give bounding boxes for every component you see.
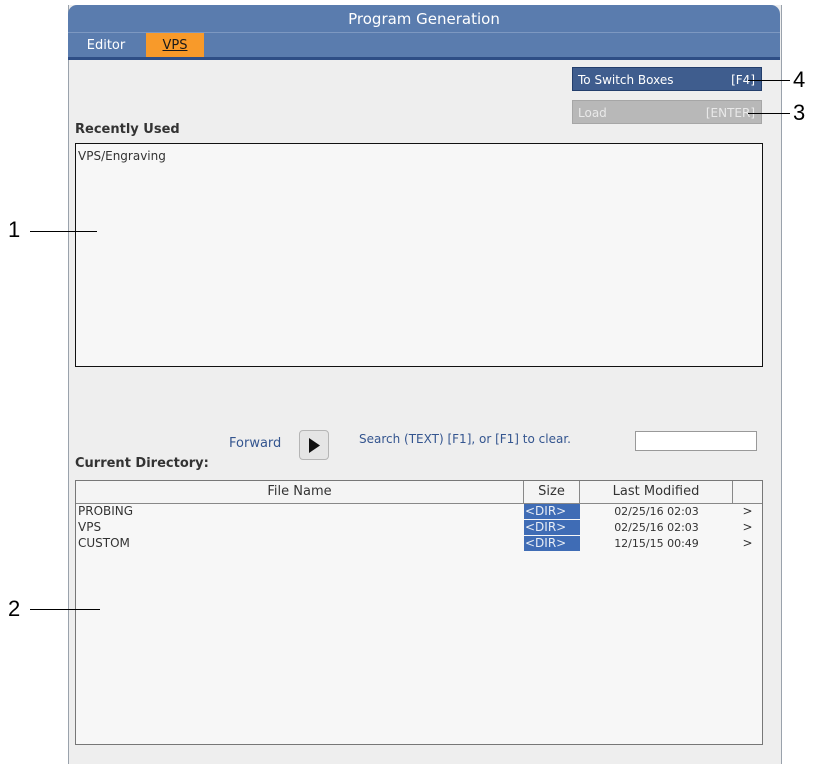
tab-bar: Editor VPS xyxy=(68,32,780,57)
forward-label: Forward xyxy=(229,436,282,451)
callout-1-line xyxy=(30,231,97,232)
callout-2-line xyxy=(30,609,100,610)
table-row[interactable]: VPS <DIR> 02/25/16 02:03 > xyxy=(76,520,762,535)
enter-directory-icon[interactable]: > xyxy=(733,504,762,519)
tab-editor[interactable]: Editor xyxy=(77,33,135,57)
recently-used-label: Recently Used xyxy=(75,122,180,137)
tab-vps[interactable]: VPS xyxy=(146,33,204,57)
switch-boxes-button[interactable]: To Switch Boxes [F4] xyxy=(572,67,762,91)
table-row[interactable]: PROBING <DIR> 02/25/16 02:03 > xyxy=(76,504,762,519)
load-label: Load xyxy=(578,106,607,120)
forward-button[interactable] xyxy=(299,430,329,460)
callout-3: 3 xyxy=(793,100,806,125)
load-button[interactable]: Load [ENTER] xyxy=(572,100,762,124)
recently-used-list[interactable]: VPS/Engraving xyxy=(75,143,763,367)
file-size: <DIR> xyxy=(524,536,580,551)
callout-2: 2 xyxy=(8,596,21,621)
callout-1: 1 xyxy=(8,217,21,242)
directory-table[interactable]: File Name Size Last Modified PROBING <DI… xyxy=(75,480,763,745)
search-input[interactable] xyxy=(635,431,757,451)
file-last-modified: 02/25/16 02:03 xyxy=(614,521,699,534)
column-extra xyxy=(733,481,762,503)
column-size[interactable]: Size xyxy=(524,481,580,503)
file-name: CUSTOM xyxy=(78,536,130,550)
file-last-modified: 02/25/16 02:03 xyxy=(614,505,699,518)
file-name: VPS xyxy=(78,520,102,534)
column-file-name[interactable]: File Name xyxy=(76,481,524,503)
callout-4: 4 xyxy=(793,67,806,92)
file-name: PROBING xyxy=(78,504,134,518)
callout-3-line xyxy=(748,113,790,114)
column-last-modified[interactable]: Last Modified xyxy=(580,481,733,503)
callout-4-line xyxy=(748,80,790,81)
play-arrow-icon xyxy=(309,438,320,453)
table-row[interactable]: CUSTOM <DIR> 12/15/15 00:49 > xyxy=(76,536,762,551)
recent-item[interactable]: VPS/Engraving xyxy=(78,149,166,163)
search-hint: Search (TEXT) [F1], or [F1] to clear. xyxy=(359,432,571,446)
file-last-modified: 12/15/15 00:49 xyxy=(614,537,699,550)
window-title: Program Generation xyxy=(68,5,780,32)
tab-underline-divider xyxy=(68,57,780,60)
enter-directory-icon[interactable]: > xyxy=(733,536,762,551)
switch-boxes-label: To Switch Boxes xyxy=(578,73,674,87)
file-size: <DIR> xyxy=(524,520,580,535)
enter-directory-icon[interactable]: > xyxy=(733,520,762,535)
file-size: <DIR> xyxy=(524,504,580,519)
current-directory-label: Current Directory: xyxy=(75,456,209,471)
table-header: File Name Size Last Modified xyxy=(76,481,762,504)
